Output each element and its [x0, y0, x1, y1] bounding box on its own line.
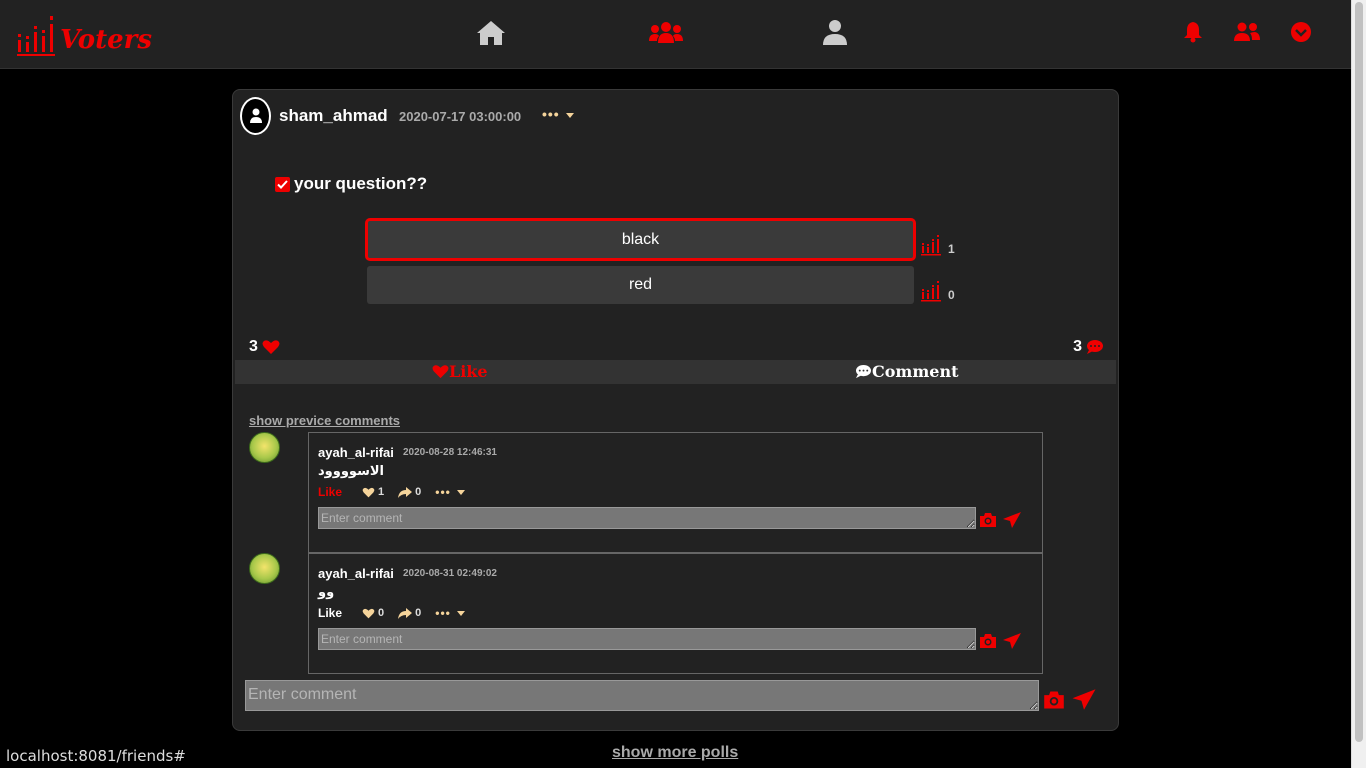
chevron-down-circle-icon[interactable] [1290, 21, 1312, 43]
top-navbar: Voters [0, 0, 1351, 69]
likes-count-value: 3 [249, 338, 258, 355]
more-icon: ••• [435, 606, 451, 620]
comments-count-value: 3 [1073, 338, 1082, 355]
page-scrollbar[interactable] [1351, 0, 1366, 768]
comment-likes-count: 0 [378, 607, 385, 619]
comment-author-avatar[interactable] [249, 553, 280, 584]
poll-option-red[interactable]: red [367, 266, 914, 304]
comment-timestamp: 2020-08-28 12:46:31 [403, 447, 497, 458]
comment-replies[interactable]: 0 [398, 486, 421, 498]
comment-author-name[interactable]: ayah_al-rifai [318, 566, 394, 581]
user-icon[interactable] [822, 19, 848, 47]
poll-option-label: black [621, 230, 660, 248]
comment-text: وو [318, 584, 335, 599]
post-timestamp: 2020-07-17 03:00:00 [399, 109, 522, 124]
heart-icon [262, 340, 280, 354]
groups-icon[interactable] [648, 19, 684, 47]
poll-question-text: your question?? [294, 174, 428, 193]
poll-option-black[interactable]: black [365, 218, 916, 261]
share-icon [398, 607, 413, 619]
logo-icon [17, 16, 55, 56]
status-bar-url: localhost:8081/friends# [0, 743, 192, 768]
reply-input[interactable] [318, 507, 976, 529]
vote-count-value: 1 [948, 242, 955, 256]
comment-actions: Like 1 0 ••• [318, 485, 465, 499]
camera-icon[interactable] [979, 512, 997, 528]
like-button[interactable]: Like [432, 362, 488, 381]
caret-down-icon [565, 112, 574, 118]
comment-timestamp: 2020-08-31 02:49:02 [403, 568, 497, 579]
comments-count[interactable]: 3 [1073, 338, 1104, 356]
heart-icon [362, 487, 375, 497]
send-icon[interactable] [1071, 688, 1097, 711]
comment-text: الاسوووود [318, 463, 384, 478]
heart-icon [362, 608, 375, 618]
check-square-icon [275, 176, 290, 192]
brand-logo[interactable]: Voters [16, 14, 152, 56]
post-author-avatar[interactable] [240, 97, 271, 135]
camera-icon[interactable] [1043, 690, 1065, 710]
bell-icon[interactable] [1183, 21, 1203, 43]
send-icon[interactable] [1002, 511, 1022, 529]
friends-icon[interactable] [1233, 22, 1261, 42]
show-previous-comments-link[interactable]: show previce comments [249, 413, 400, 428]
comment-bubble-icon [1087, 340, 1103, 354]
comment-button-label: Comment [872, 362, 959, 381]
more-icon: ••• [435, 485, 451, 499]
reply-actions [979, 511, 1022, 529]
heart-icon [432, 365, 449, 379]
comment-submit-actions [1043, 688, 1097, 711]
send-icon[interactable] [1002, 632, 1022, 650]
poll-question: your question?? [275, 174, 427, 194]
poll-card: sham_ahmad 2020-07-17 03:00:00 ••• your … [232, 89, 1119, 731]
like-button-label: Like [449, 362, 488, 381]
comment-likes-count: 1 [378, 486, 385, 498]
comment-replies[interactable]: 0 [398, 607, 421, 619]
camera-icon[interactable] [979, 633, 997, 649]
voters-icon [921, 235, 941, 256]
default-user-icon [249, 108, 262, 123]
reply-input[interactable] [318, 628, 976, 650]
comment-replies-count: 0 [415, 607, 422, 619]
more-icon: ••• [542, 106, 560, 122]
voters-icon [921, 281, 941, 302]
comment-like-button[interactable]: Like [318, 606, 342, 620]
share-icon [398, 486, 413, 498]
show-more-polls-link[interactable]: show more polls [612, 744, 738, 762]
poll-option-label: red [628, 276, 653, 293]
comment-button[interactable]: Comment [855, 362, 958, 381]
comment-like-button[interactable]: Like [318, 485, 342, 499]
post-actions-bar: Like Comment [235, 360, 1116, 384]
brand-name: Voters [60, 25, 153, 55]
comment-likes[interactable]: 1 [362, 486, 384, 498]
vote-count-value: 0 [948, 288, 955, 302]
reply-actions [979, 632, 1022, 650]
likes-count[interactable]: 3 [249, 338, 280, 356]
post-options-menu[interactable]: ••• [542, 106, 574, 122]
post-author-name[interactable]: sham_ahmad [279, 106, 388, 126]
comment-options-menu[interactable]: ••• [435, 606, 465, 620]
caret-down-icon [456, 489, 465, 495]
comment-item: ayah_al-rifai 2020-08-31 02:49:02 وو Lik… [308, 553, 1043, 674]
home-icon[interactable] [475, 19, 507, 47]
comment-item: ayah_al-rifai 2020-08-28 12:46:31 الاسوو… [308, 432, 1043, 553]
caret-down-icon [456, 610, 465, 616]
comment-actions: Like 0 0 ••• [318, 606, 465, 620]
comment-replies-count: 0 [415, 486, 422, 498]
comment-bubble-icon [856, 364, 871, 379]
comment-author-avatar[interactable] [249, 432, 280, 463]
comment-input[interactable] [245, 680, 1039, 711]
comment-author-name[interactable]: ayah_al-rifai [318, 445, 394, 460]
scrollbar-thumb[interactable] [1355, 2, 1363, 742]
poll-option-votes[interactable]: 1 [920, 234, 955, 256]
comment-likes[interactable]: 0 [362, 607, 384, 619]
comment-options-menu[interactable]: ••• [435, 485, 465, 499]
poll-option-votes[interactable]: 0 [920, 280, 955, 302]
